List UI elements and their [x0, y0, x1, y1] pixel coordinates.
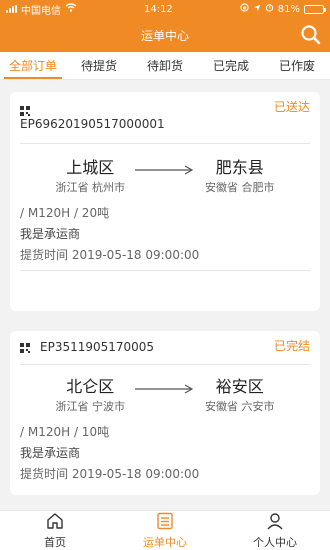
order-list: 已送达 EP69620190517000001 上城区 浙江省 杭州市 肥东县 … — [0, 92, 330, 495]
user-icon — [265, 511, 285, 534]
location-icon — [253, 4, 261, 15]
carrier-name: 中国电信 — [21, 5, 61, 17]
origin-city: 北仑区 — [66, 377, 115, 396]
battery-percent: 81% — [277, 3, 300, 15]
order-number: EP3511905170005 — [40, 339, 155, 354]
pickup-time: 提货时间 2019-05-18 09:00:00 — [20, 248, 200, 262]
tab-voided[interactable]: 已作废 — [264, 52, 330, 79]
divider — [20, 270, 310, 271]
route: 上城区 浙江省 杭州市 肥东县 安徽省 合肥市 — [20, 154, 310, 195]
destination: 裕安区 安徽省 六安市 — [205, 373, 275, 414]
tab-pending-pickup[interactable]: 待提货 — [66, 52, 132, 79]
nav-waybill-label: 运单中心 — [143, 536, 187, 549]
nav-waybill-center[interactable]: 运单中心 — [110, 511, 220, 550]
nav-profile-label: 个人中心 — [253, 536, 297, 549]
tab-completed[interactable]: 已完成 — [198, 52, 264, 79]
order-number: EP69620190517000001 — [20, 117, 165, 131]
status-bar: 中国电信 14:12 81% — [0, 0, 330, 18]
nav-home[interactable]: 首页 — [0, 511, 110, 550]
alarm-icon — [265, 3, 274, 15]
order-status: 已完结 — [273, 339, 310, 353]
route: 北仑区 浙江省 宁波市 裕安区 安徽省 六安市 — [20, 373, 310, 414]
vehicle-info: / M120H / 10吨 — [20, 425, 110, 439]
route-arrow-icon — [135, 379, 195, 398]
origin-province: 浙江省 宁波市 — [55, 400, 126, 413]
divider — [20, 143, 310, 144]
status-time: 14:12 — [143, 3, 173, 15]
navbar: 运单中心 — [0, 18, 330, 52]
battery-icon — [304, 4, 326, 14]
list-icon — [155, 511, 175, 534]
pickup-time: 提货时间 2019-05-18 09:00:00 — [20, 467, 200, 481]
qr-code-icon — [20, 101, 30, 116]
destination-city: 肥东县 — [215, 158, 264, 177]
search-icon[interactable] — [300, 24, 322, 46]
origin: 上城区 浙江省 杭州市 — [56, 154, 126, 195]
wifi-icon — [65, 3, 77, 15]
destination-province: 安徽省 合肥市 — [205, 181, 275, 194]
nav-home-label: 首页 — [44, 536, 66, 549]
tab-all-orders[interactable]: 全部订单 — [0, 52, 66, 79]
top-bar: 中国电信 14:12 81% 运单中心 — [0, 0, 330, 52]
lock-rotation-icon — [240, 3, 249, 15]
origin: 北仑区 浙江省 宁波市 — [56, 373, 126, 414]
destination-city: 裕安区 — [215, 377, 264, 396]
tab-pending-unload[interactable]: 待卸货 — [132, 52, 198, 79]
signal-icon — [6, 5, 17, 13]
home-icon — [45, 511, 65, 534]
vehicle-info: / M120H / 20吨 — [20, 206, 110, 220]
destination: 肥东县 安徽省 合肥市 — [205, 154, 275, 195]
destination-province: 安徽省 六安市 — [205, 400, 275, 413]
origin-province: 浙江省 杭州市 — [55, 181, 126, 194]
nav-profile[interactable]: 个人中心 — [220, 511, 330, 550]
status-tabs: 全部订单 待提货 待卸货 已完成 已作废 — [0, 52, 330, 80]
route-arrow-icon — [135, 160, 195, 179]
carrier-name: 我是承运商 — [20, 446, 81, 460]
order-status: 已送达 — [273, 100, 310, 114]
page-title: 运单中心 — [140, 28, 189, 43]
order-card[interactable]: EP3511905170005 已完结 北仑区 浙江省 宁波市 裕安区 安徽省 … — [10, 331, 320, 495]
origin-city: 上城区 — [66, 158, 115, 177]
order-card[interactable]: 已送达 EP69620190517000001 上城区 浙江省 杭州市 肥东县 … — [10, 92, 320, 311]
qr-code-icon — [20, 342, 30, 353]
carrier-name: 我是承运商 — [20, 227, 81, 241]
bottom-nav: 首页 运单中心 个人中心 — [0, 510, 330, 550]
divider — [20, 364, 310, 365]
